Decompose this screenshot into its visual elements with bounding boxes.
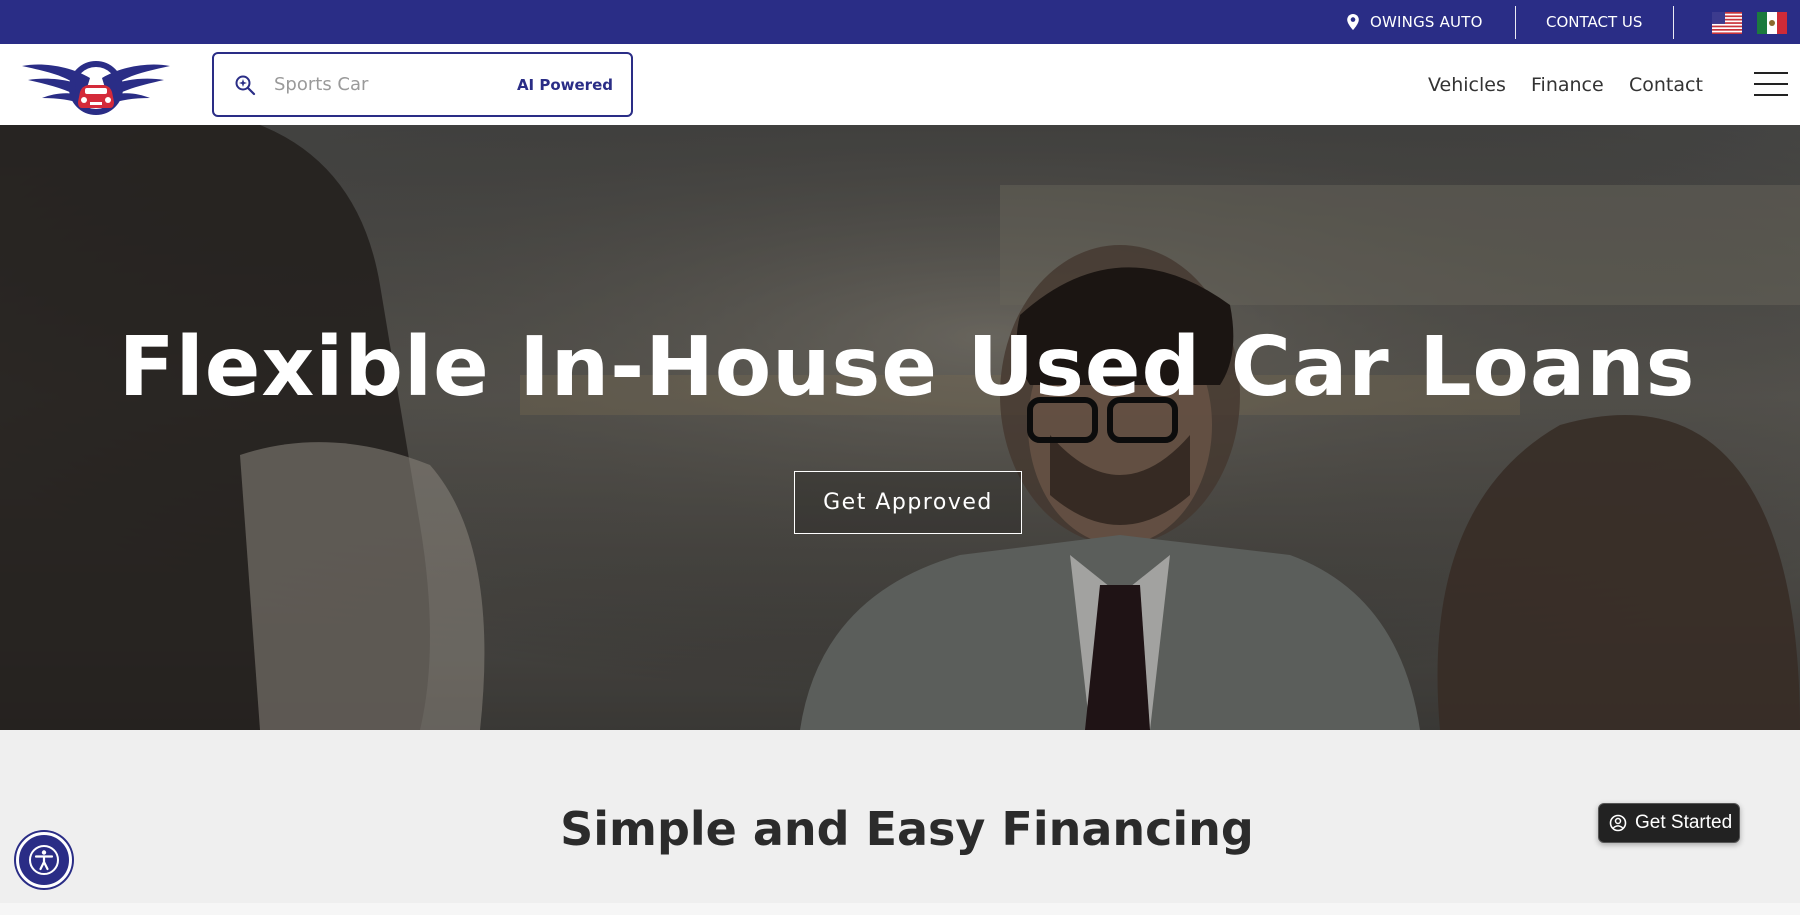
location-label: OWINGS AUTO xyxy=(1370,13,1483,31)
get-started-label: Get Started xyxy=(1635,812,1733,833)
section-title: Simple and Easy Financing xyxy=(560,802,1254,856)
us-flag-icon[interactable] xyxy=(1712,12,1742,34)
nav-finance[interactable]: Finance xyxy=(1531,44,1604,125)
hero-background-image xyxy=(0,125,1800,730)
get-started-button[interactable]: Get Started xyxy=(1598,803,1740,843)
accessibility-icon xyxy=(29,845,59,875)
map-pin-icon xyxy=(1347,14,1359,30)
search-input[interactable] xyxy=(274,74,514,95)
site-header: AI Powered Vehicles Finance Contact xyxy=(0,44,1800,125)
ai-powered-badge: AI Powered xyxy=(516,76,613,94)
nav-vehicles[interactable]: Vehicles xyxy=(1428,44,1506,125)
mexico-flag-icon[interactable] xyxy=(1757,12,1787,34)
section-bottom-edge xyxy=(0,903,1800,915)
hero-title: Flexible In-House Used Car Loans xyxy=(118,320,1696,415)
contact-us-label: CONTACT US xyxy=(1546,13,1643,31)
divider xyxy=(1673,6,1674,39)
contact-us-link[interactable]: CONTACT US xyxy=(1546,0,1642,44)
site-logo[interactable] xyxy=(20,52,172,116)
location-link[interactable]: OWINGS AUTO xyxy=(1346,0,1483,44)
ai-search-icon xyxy=(235,75,256,95)
divider xyxy=(1515,6,1516,39)
search-bar[interactable]: AI Powered xyxy=(212,52,633,117)
hero-banner: Flexible In-House Used Car Loans Get App… xyxy=(0,125,1800,730)
nav-contact[interactable]: Contact xyxy=(1629,44,1703,125)
top-utility-bar: OWINGS AUTO CONTACT US xyxy=(0,0,1800,44)
get-approved-button[interactable]: Get Approved xyxy=(794,471,1022,534)
accessibility-button[interactable] xyxy=(16,832,72,888)
hamburger-menu-icon[interactable] xyxy=(1754,72,1788,98)
user-circle-icon xyxy=(1609,814,1627,832)
